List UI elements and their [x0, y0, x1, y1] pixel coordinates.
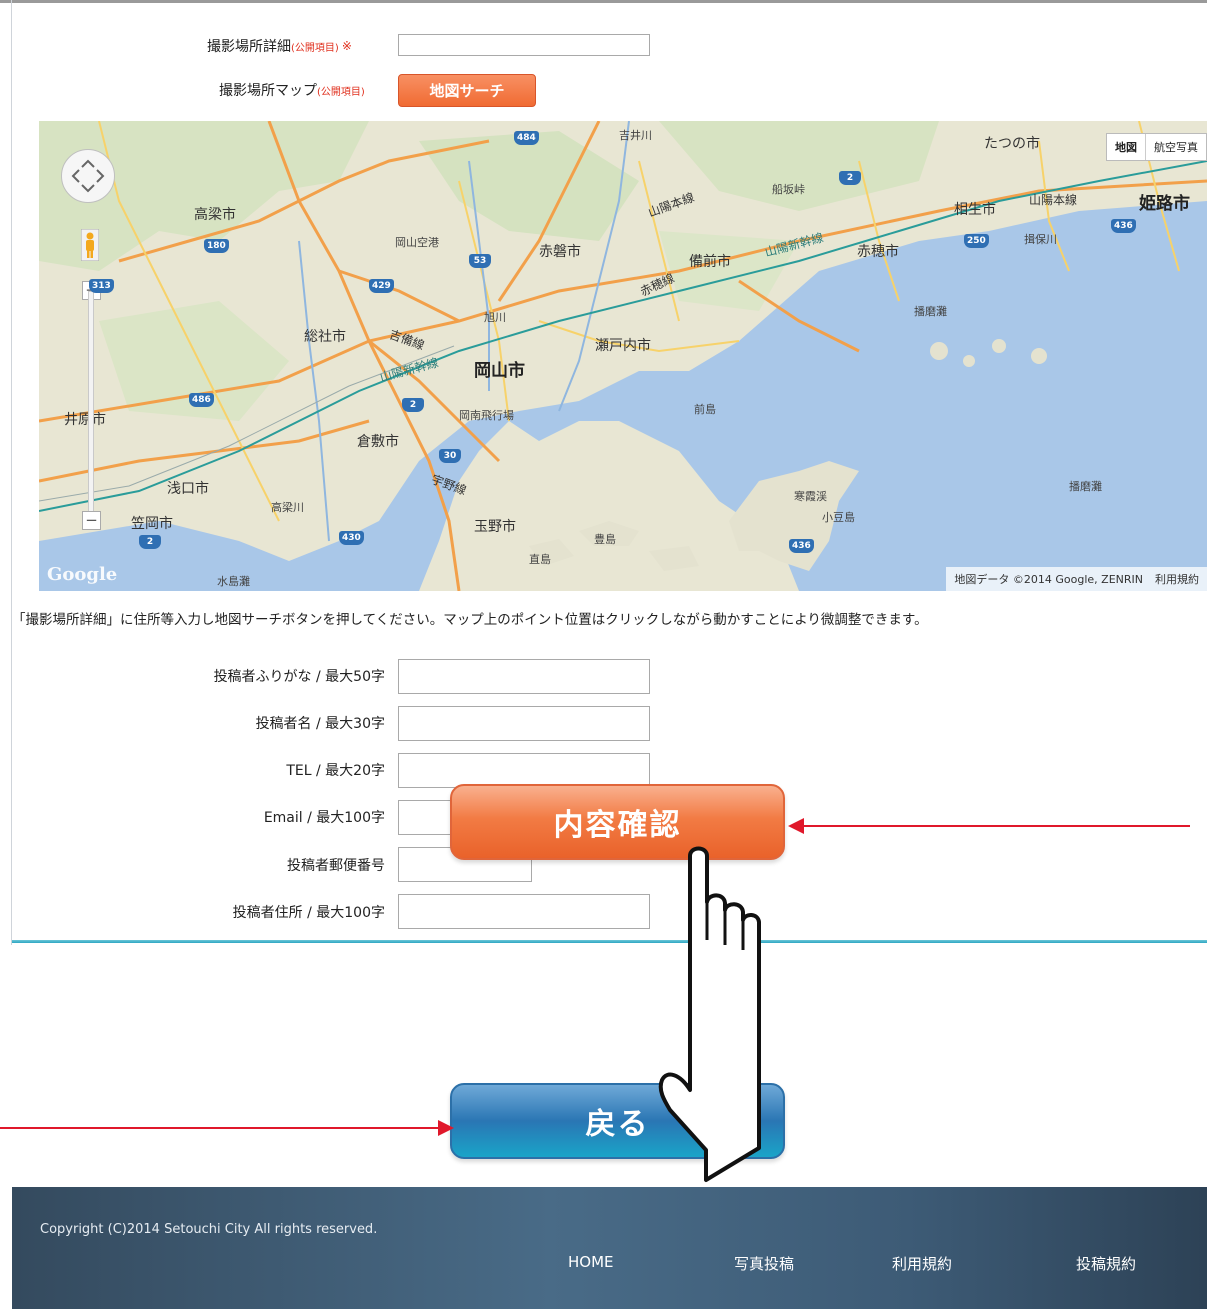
copyright: Copyright (C)2014 Setouchi City All righ…	[40, 1222, 378, 1237]
hand-cursor-icon	[658, 846, 761, 1182]
footer: Copyright (C)2014 Setouchi City All righ…	[12, 1187, 1207, 1309]
annotation-overlay	[0, 818, 1190, 1182]
footer-link-terms[interactable]: 利用規約	[892, 1253, 952, 1274]
arrow-to-confirm-icon	[788, 818, 1190, 834]
arrow-to-back-icon	[0, 1120, 454, 1136]
footer-link-photo-post[interactable]: 写真投稿	[734, 1253, 794, 1274]
footer-link-home[interactable]: HOME	[568, 1253, 614, 1271]
footer-link-post-rules[interactable]: 投稿規約	[1076, 1253, 1136, 1274]
